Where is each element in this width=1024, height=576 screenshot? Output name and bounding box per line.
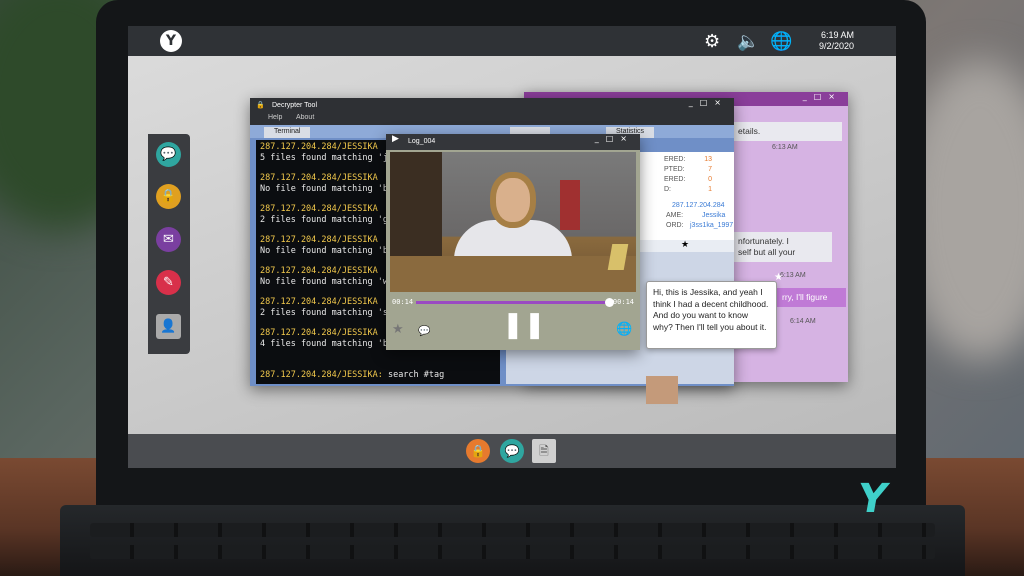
menu-bar: Help About [250, 114, 734, 125]
thumbnail[interactable] [646, 376, 678, 404]
stat-name-value: Jessika [702, 212, 726, 219]
lock-icon: 🔒 [256, 102, 265, 109]
chat-message: nfortunately. I self but all your [732, 232, 832, 262]
tab-terminal[interactable]: Terminal [264, 127, 311, 138]
laptop-keyboard-deck [60, 505, 965, 576]
stat-value: 0 [708, 176, 712, 183]
chat-message: etails. [732, 122, 842, 141]
clock-date: 9/2/2020 [818, 41, 854, 51]
red-jacket [560, 180, 580, 230]
decrypter-title-bar[interactable]: 🔒 Decrypter Tool _□× [250, 98, 734, 114]
top-bar: Y ⚙ 🔈 🌐 6:19 AM 9/2/2020 [128, 26, 896, 56]
os-logo-icon[interactable]: Y [160, 30, 182, 52]
stat-label: PTED: [664, 166, 685, 173]
video-player-window: ▶ Log_004 _□× 00:14 00:14 ★ 💬 ❚❚ 🌐 [386, 134, 640, 350]
time-current: 00:14 [392, 298, 414, 306]
stat-name-label: AME: [666, 212, 684, 219]
prompt-command: search #tag [387, 370, 445, 380]
stat-row: D: 1 [664, 186, 732, 196]
video-title: Log_004 [408, 138, 436, 145]
chat-icon[interactable]: 💬 [418, 326, 430, 337]
window-controls[interactable]: _□× [689, 98, 728, 107]
video-title-bar[interactable]: ▶ Log_004 _□× [386, 134, 640, 150]
progress-track[interactable] [416, 298, 614, 307]
clock: 6:19 AM 9/2/2020 [819, 30, 854, 52]
time-total: 00:14 [612, 298, 634, 306]
file-icon[interactable]: 🗎 [532, 439, 556, 463]
window-controls[interactable]: _□× [595, 134, 634, 143]
stat-label: ERED: [664, 176, 686, 183]
chat-message: rry, I'll figure [776, 288, 846, 307]
progress-fill [416, 301, 610, 304]
keyboard-row [90, 545, 935, 559]
stat-password-value: j3ss1ka_1997 [690, 222, 734, 229]
statistics-list: ERED: 13 PTED: 7 ERED: 0 D: 1 [664, 156, 732, 196]
bookshelf [390, 152, 442, 256]
star-icon[interactable]: ★ [392, 322, 404, 337]
clock-time: 6:19 AM [820, 30, 854, 40]
terminal-gap [260, 349, 496, 359]
stat-label: ERED: [664, 156, 686, 163]
tab-favorites[interactable]: ★ [636, 240, 734, 252]
table [390, 256, 636, 292]
lock-icon[interactable]: 🔒 [466, 439, 490, 463]
stat-row: ERED: 0 [664, 176, 732, 186]
terminal-prompt[interactable]: 287.127.204.284/JESSIKA: search #tag [260, 370, 444, 380]
chat-icon[interactable]: 💬 [156, 142, 181, 167]
person-head [496, 178, 530, 222]
stat-row: ERED: 13 [664, 156, 732, 166]
play-icon: ▶ [392, 134, 399, 144]
subtitle-tooltip: Hi, this is Jessika, and yeah I think I … [646, 281, 777, 349]
notes-icon[interactable]: ✎ [156, 270, 181, 295]
chat-icon[interactable]: 💬 [500, 439, 524, 463]
window-controls[interactable]: _□× [803, 92, 842, 101]
stat-label: D: [664, 186, 671, 193]
progress-row: 00:14 00:14 [390, 296, 636, 308]
globe-icon[interactable]: 🌐 [770, 31, 792, 52]
screen: Y ⚙ 🔈 🌐 6:19 AM 9/2/2020 💬 🔒 ✉ ✎ 👤 _□× e… [128, 26, 896, 468]
stat-password-label: ORD: [666, 222, 684, 229]
stat-value: 7 [708, 166, 712, 173]
lock-icon[interactable]: 🔒 [156, 184, 181, 209]
pause-button[interactable]: ❚❚ [502, 310, 546, 340]
stat-ip: 287.127.204.284 [672, 202, 725, 209]
menu-about[interactable]: About [296, 114, 314, 121]
chat-timestamp: 6:14 AM [790, 318, 816, 325]
side-dock: 💬 🔒 ✉ ✎ 👤 [148, 134, 190, 354]
chat-timestamp: 6:13 AM [772, 144, 798, 151]
mail-icon[interactable]: ✉ [156, 227, 181, 252]
chat-timestamp: 6:13 AM [780, 272, 806, 279]
settings-gear-icon[interactable]: ⚙ [704, 31, 720, 52]
video-frame[interactable] [390, 152, 636, 292]
speaker-icon[interactable]: 🔈 [737, 31, 759, 52]
stat-value: 13 [704, 156, 712, 163]
stat-value: 1 [708, 186, 712, 193]
contact-icon[interactable]: 👤 [156, 314, 181, 339]
menu-help[interactable]: Help [268, 114, 282, 121]
stat-row: PTED: 7 [664, 166, 732, 176]
bottom-dock: 🔒 💬 🗎 [128, 434, 896, 468]
prompt-ip: 287.127.204.284/JESSIKA: [260, 370, 383, 380]
keyboard-row [90, 523, 935, 537]
translate-icon[interactable]: 🌐 [616, 322, 632, 337]
window-title: Decrypter Tool [272, 102, 318, 109]
